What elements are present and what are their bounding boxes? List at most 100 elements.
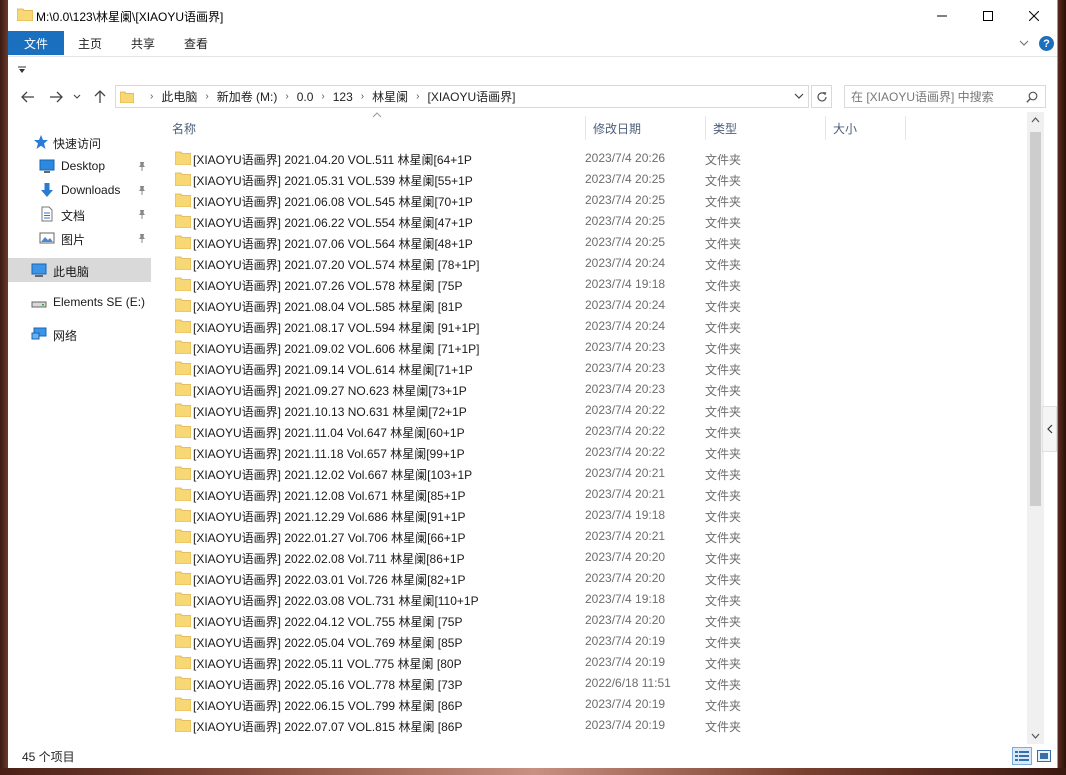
breadcrumb-folder-123[interactable]: 123 [333, 90, 353, 104]
nav-item-desktop[interactable]: Desktop [8, 154, 151, 178]
nav-item-documents[interactable]: 文档 [8, 202, 151, 226]
details-view-button[interactable] [1012, 747, 1032, 765]
maximize-button[interactable] [965, 0, 1011, 31]
breadcrumb-separator[interactable]: › [416, 91, 419, 102]
file-row[interactable]: [XIAOYU语画界] 2021.09.14 VOL.614 林星阑[71+1P… [172, 358, 752, 379]
breadcrumb-separator[interactable]: › [321, 91, 324, 102]
help-button[interactable]: ? [1039, 36, 1054, 51]
file-row[interactable]: [XIAOYU语画界] 2022.01.27 Vol.706 林星阑[66+1P… [172, 526, 752, 547]
file-row[interactable]: [XIAOYU语画界] 2021.07.06 VOL.564 林星阑[48+1P… [172, 232, 752, 253]
file-row[interactable]: [XIAOYU语画界] 2022.05.04 VOL.769 林星阑 [85P 2… [172, 631, 752, 652]
up-button[interactable] [90, 87, 110, 107]
nav-label: Elements SE (E:) [53, 295, 146, 309]
search-input[interactable] [851, 89, 1019, 104]
file-row[interactable]: [XIAOYU语画界] 2021.04.20 VOL.511 林星阑[64+1P… [172, 148, 752, 169]
folder-icon [175, 235, 191, 249]
file-row[interactable]: [XIAOYU语画界] 2021.12.02 Vol.667 林星阑[103+1… [172, 463, 752, 484]
file-type: 文件夹 [705, 468, 742, 482]
file-row[interactable]: [XIAOYU语画界] 2022.07.07 VOL.815 林星阑 [86P 2… [172, 715, 752, 736]
file-row[interactable]: [XIAOYU语画界] 2021.07.26 VOL.578 林星阑 [75P 2… [172, 274, 752, 295]
nav-item-downloads[interactable]: Downloads [8, 178, 151, 202]
file-row[interactable]: [XIAOYU语画界] 2021.12.29 Vol.686 林星阑[91+1P… [172, 505, 752, 526]
preview-pane-toggle[interactable] [1042, 406, 1057, 452]
file-row[interactable]: [XIAOYU语画界] 2022.03.01 Vol.726 林星阑[82+1P… [172, 568, 752, 589]
file-type: 文件夹 [705, 300, 742, 314]
pin-icon[interactable] [137, 185, 147, 195]
search-icon[interactable] [1026, 91, 1038, 103]
folder-icon [175, 319, 191, 333]
file-row[interactable]: [XIAOYU语画界] 2021.12.08 Vol.671 林星阑[85+1P… [172, 484, 752, 505]
scrollbar-thumb[interactable] [1030, 132, 1041, 506]
file-row[interactable]: [XIAOYU语画界] 2022.02.08 Vol.711 林星阑[86+1P… [172, 547, 752, 568]
search-field[interactable] [844, 85, 1046, 108]
file-row[interactable]: [XIAOYU语画界] 2021.09.02 VOL.606 林星阑 [71+1… [172, 337, 752, 358]
file-row[interactable]: [XIAOYU语画界] 2021.06.22 VOL.554 林星阑[47+1P… [172, 211, 752, 232]
column-divider[interactable] [905, 116, 906, 140]
column-header-size[interactable]: 大小 [833, 112, 903, 144]
pin-icon[interactable] [137, 233, 147, 243]
breadcrumb-folder-0-0[interactable]: 0.0 [297, 90, 314, 104]
breadcrumb-folder-author[interactable]: 林星阑 [372, 88, 408, 105]
nav-quick-access[interactable]: 快速访问 [8, 130, 151, 154]
file-row[interactable]: [XIAOYU语画界] 2022.03.08 VOL.731 林星阑[110+1… [172, 589, 752, 610]
folder-icon [175, 655, 191, 669]
nav-item-network[interactable]: 网络 [8, 322, 151, 346]
tab-home[interactable]: 主页 [66, 31, 114, 55]
address-bar[interactable]: › 此电脑 › 新加卷 (M:) › 0.0 › 123 › 林星阑 › [XI… [115, 85, 809, 108]
file-name: [XIAOYU语画界] 2021.11.18 Vol.657 林星阑[99+1P [193, 447, 465, 461]
file-name: [XIAOYU语画界] 2021.08.04 VOL.585 林星阑 [81P [193, 300, 463, 314]
file-row[interactable]: [XIAOYU语画界] 2021.11.18 Vol.657 林星阑[99+1P… [172, 442, 752, 463]
breadcrumb-current-folder[interactable]: [XIAOYU语画界] [427, 88, 515, 105]
recent-locations-button[interactable] [70, 87, 84, 107]
pin-icon[interactable] [137, 161, 147, 171]
chevron-down-icon [73, 94, 81, 99]
column-header-type[interactable]: 类型 [713, 112, 823, 144]
close-button[interactable] [1011, 0, 1057, 31]
file-row[interactable]: [XIAOYU语画界] 2021.10.13 NO.631 林星阑[72+1P 2… [172, 400, 752, 421]
customize-toolbar-icon[interactable] [17, 65, 27, 75]
scroll-down-icon[interactable] [1031, 733, 1040, 739]
column-divider[interactable] [825, 116, 826, 140]
tab-share[interactable]: 共享 [120, 31, 166, 55]
back-button[interactable] [18, 87, 38, 107]
breadcrumb-separator[interactable]: › [205, 91, 208, 102]
tab-file[interactable]: 文件 [8, 31, 64, 55]
file-row[interactable]: [XIAOYU语画界] 2021.07.20 VOL.574 林星阑 [78+1… [172, 253, 752, 274]
breadcrumb-separator[interactable]: › [285, 91, 288, 102]
file-row[interactable]: [XIAOYU语画界] 2022.04.12 VOL.755 林星阑 [75P 2… [172, 610, 752, 631]
file-row[interactable]: [XIAOYU语画界] 2021.11.04 Vol.647 林星阑[60+1P… [172, 421, 752, 442]
minimize-button[interactable] [919, 0, 965, 31]
chevron-down-icon[interactable] [794, 91, 804, 101]
nav-item-pictures[interactable]: 图片 [8, 226, 151, 250]
file-row[interactable]: [XIAOYU语画界] 2021.09.27 NO.623 林星阑[73+1P 2… [172, 379, 752, 400]
column-divider[interactable] [585, 116, 586, 140]
file-row[interactable]: [XIAOYU语画界] 2022.06.15 VOL.799 林星阑 [86P 2… [172, 694, 752, 715]
file-row[interactable]: [XIAOYU语画界] 2022.05.16 VOL.778 林星阑 [73P 2… [172, 673, 752, 694]
scroll-up-icon[interactable] [1031, 117, 1040, 123]
file-row[interactable]: [XIAOYU语画界] 2021.08.17 VOL.594 林星阑 [91+1… [172, 316, 752, 337]
file-row[interactable]: [XIAOYU语画界] 2021.08.04 VOL.585 林星阑 [81P 2… [172, 295, 752, 316]
file-row[interactable]: [XIAOYU语画界] 2021.05.31 VOL.539 林星阑[55+1P… [172, 169, 752, 190]
file-name: [XIAOYU语画界] 2022.05.16 VOL.778 林星阑 [73P [193, 678, 463, 692]
file-row[interactable]: [XIAOYU语画界] 2021.06.08 VOL.545 林星阑[70+1P… [172, 190, 752, 211]
nav-item-this-pc[interactable]: 此电脑 [8, 258, 151, 282]
tab-view[interactable]: 查看 [172, 31, 220, 55]
file-date: 2023/7/4 20:22 [585, 445, 666, 459]
status-bar: 45 个项目 [8, 744, 1057, 768]
column-header-date[interactable]: 修改日期 [593, 112, 703, 144]
file-row[interactable]: [XIAOYU语画界] 2022.05.11 VOL.775 林星阑 [80P 2… [172, 652, 752, 673]
chevron-down-icon[interactable] [1018, 37, 1030, 49]
breadcrumb-drive[interactable]: 新加卷 (M:) [217, 88, 278, 105]
pin-icon[interactable] [137, 209, 147, 219]
column-divider[interactable] [705, 116, 706, 140]
breadcrumb-this-pc[interactable]: 此电脑 [161, 88, 197, 105]
nav-label: 网络 [53, 329, 78, 343]
file-date: 2023/7/4 20:23 [585, 382, 666, 396]
nav-label: 快速访问 [53, 137, 102, 151]
breadcrumb-separator[interactable]: › [361, 91, 364, 102]
forward-button[interactable] [46, 87, 66, 107]
nav-item-drive-e[interactable]: Elements SE (E:) [8, 290, 151, 314]
large-icons-view-button[interactable] [1035, 747, 1053, 765]
column-header-name[interactable]: 名称 [172, 112, 577, 144]
refresh-button[interactable] [811, 85, 832, 108]
